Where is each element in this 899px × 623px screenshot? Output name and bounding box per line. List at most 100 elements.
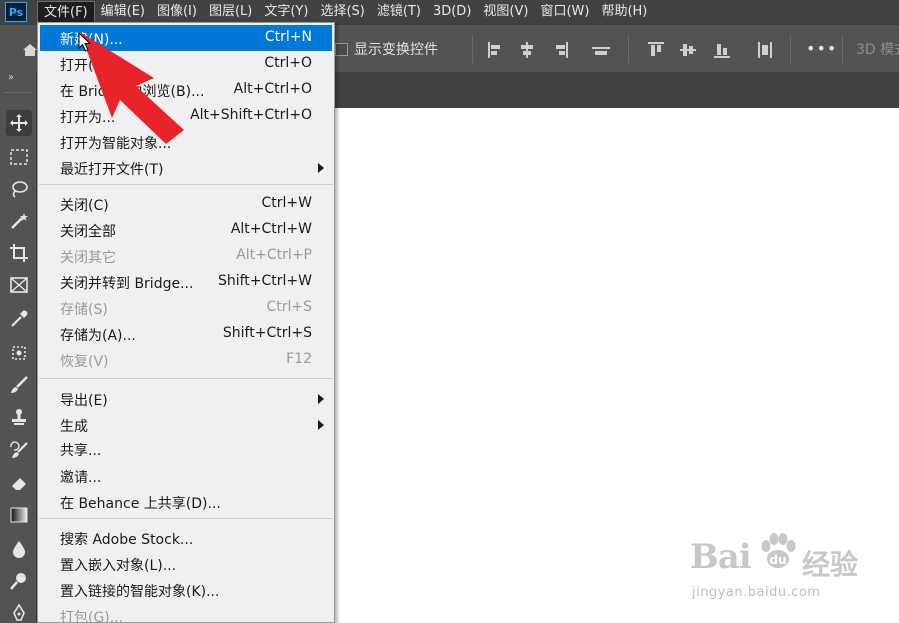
stamp-icon[interactable] [6,404,32,430]
eyedropper-icon[interactable] [6,306,32,332]
file-menu-dropdown: 新建(N)... Ctrl+N 打开(O)... Ctrl+O 在 Bridge 中浏览… [37,22,335,623]
align-center-horizontal-icon[interactable] [518,41,536,59]
menu-item-shortcut: Alt+Shift+Ctrl+O [190,107,312,123]
show-transform-controls[interactable]: 显示变换控件 [335,39,438,59]
panel-collapse-button[interactable]: » [8,72,14,83]
file-menu-item[interactable]: 置入链接的智能对象(K)... [40,577,332,603]
file-menu-item[interactable]: 搜索 Adobe Stock... [40,525,332,551]
menu-item[interactable]: 滤镜(T) [371,1,427,23]
distribute-vertical-icon[interactable] [756,41,774,59]
file-menu-item[interactable]: 邀请... [40,463,332,489]
show-transform-checkbox[interactable] [335,42,348,56]
eraser-icon[interactable] [6,470,32,496]
menu-item-shortcut: Shift+Ctrl+S [222,325,312,341]
menu-item-shortcut: Ctrl+O [264,55,312,71]
svg-text:du: du [769,553,786,567]
dodge-icon[interactable] [6,568,32,594]
align-right-icon[interactable] [551,41,569,59]
file-menu-item[interactable]: 打开为... Alt+Shift+Ctrl+O [40,103,332,129]
file-menu-item[interactable]: 打开为智能对象... [40,129,332,155]
distribute-horizontal-icon[interactable] [592,41,610,59]
menu-item-shortcut: Ctrl+N [264,29,312,45]
file-menu-item[interactable]: 打开(O)... Ctrl+O [40,51,332,77]
paw-icon: du [761,533,796,568]
menu-item-label: 导出(E) [60,393,108,409]
menu-item-label: 关闭全部 [60,224,116,240]
watermark-suffix: 经验 [802,548,859,581]
3d-mode-label[interactable]: 3D 模式 [856,39,899,59]
file-menu-item[interactable]: 新建(N)... Ctrl+N [40,25,332,51]
menu-item-label: 打开为智能对象... [60,136,172,152]
menu-item[interactable]: 图层(L) [203,1,258,23]
menu-item-label: 在 Behance 上共享(D)... [60,496,221,512]
file-menu-item[interactable]: 在 Bridge 中浏览(B)... Alt+Ctrl+O [40,77,332,103]
align-left-icon[interactable] [487,41,505,59]
move-icon[interactable] [6,110,32,136]
menu-item-label: 最近打开文件(T) [60,162,164,178]
file-menu-item[interactable]: 导出(E) [40,386,332,412]
lasso-icon[interactable] [6,176,32,202]
separator [790,35,791,63]
photoshop-logo: Ps [5,2,27,22]
brush-icon[interactable] [6,372,32,398]
file-menu-item: 恢复(V) F12 [40,347,332,373]
menu-item[interactable]: 帮助(H) [595,1,653,23]
gradient-icon[interactable] [6,502,32,528]
file-menu-item[interactable]: 关闭并转到 Bridge... Shift+Ctrl+W [40,269,332,295]
menu-item-label: 打开为... [60,110,116,126]
file-menu-item[interactable]: 最近打开文件(T) [40,155,332,181]
align-top-icon[interactable] [647,41,665,59]
file-menu-item[interactable]: 置入嵌入对象(L)... [40,551,332,577]
separator [628,35,629,63]
magic-wand-icon[interactable] [6,208,32,234]
file-menu-item[interactable]: 存储为(A)... Shift+Ctrl+S [40,321,332,347]
menu-item-shortcut: Alt+Ctrl+P [236,247,312,263]
marquee-icon[interactable] [6,144,32,170]
menu-item[interactable]: 文字(Y) [258,1,314,23]
align-bottom-icon[interactable] [713,41,731,59]
more-options-button[interactable]: ••• [806,39,837,58]
menu-item-label: 存储为(A)... [60,328,136,344]
submenu-arrow-icon [318,394,324,404]
menu-item-label: 共享... [60,443,102,459]
healing-icon[interactable] [6,340,32,366]
frame-icon[interactable] [6,272,32,298]
menu-item-label: 关闭其它 [60,250,116,266]
menu-item[interactable]: 3D(D) [427,1,477,23]
menu-item-label: 关闭(C) [60,198,109,214]
crop-icon[interactable] [6,240,32,266]
menu-separator [39,184,333,185]
history-brush-icon[interactable] [6,438,32,464]
menu-bar: Ps 文件(F) 编辑(E) 图像(I) 图层(L) 文字(Y) 选择(S) 滤镜(T) 3D… [0,0,899,24]
file-menu-item: 打包(G)... [40,603,332,623]
panel-grip[interactable] [4,92,32,94]
separator [472,35,473,63]
tools-panel: » [0,72,37,623]
file-menu-item[interactable]: 共享... [40,436,332,462]
watermark-brand: Bai [690,537,752,577]
menu-item-shortcut: Alt+Ctrl+O [233,81,312,97]
menu-item[interactable]: 选择(S) [314,1,370,23]
menu-item-label: 恢复(V) [60,354,109,370]
pen-icon[interactable] [6,600,32,623]
menu-item[interactable]: 编辑(E) [95,1,151,23]
menu-item[interactable]: 视图(V) [477,1,534,23]
menu-item-shortcut: Alt+Ctrl+W [230,221,312,237]
home-icon[interactable] [22,42,38,58]
menu-items: 文件(F) 编辑(E) 图像(I) 图层(L) 文字(Y) 选择(S) 滤镜(T) 3D(D)… [37,1,653,23]
file-menu-item[interactable]: 关闭(C) Ctrl+W [40,191,332,217]
file-menu-item[interactable]: 生成 [40,412,332,438]
menu-item-label: 生成 [60,419,88,435]
menu-item-label: 打包(G)... [60,610,124,623]
menu-item-shortcut: Ctrl+W [261,195,312,211]
menu-item[interactable]: 文件(F) [37,1,95,23]
file-menu-item: 关闭其它 Alt+Ctrl+P [40,243,332,269]
align-center-vertical-icon[interactable] [679,41,697,59]
menu-item-label: 新建(N)... [60,32,123,48]
menu-item[interactable]: 图像(I) [151,1,203,23]
menu-item[interactable]: 窗口(W) [534,1,595,23]
file-menu-item[interactable]: 关闭全部 Alt+Ctrl+W [40,217,332,243]
file-menu-item[interactable]: 在 Behance 上共享(D)... [40,489,332,515]
menu-item-label: 关闭并转到 Bridge... [60,276,194,292]
blur-icon[interactable] [6,536,32,562]
